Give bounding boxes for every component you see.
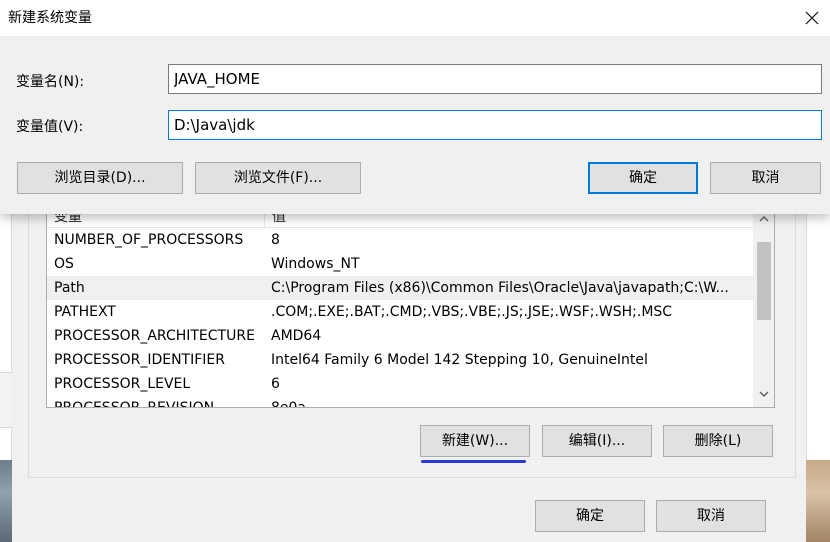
variable-value: AMD64 <box>271 328 322 344</box>
table-row[interactable]: NUMBER_OF_PROCESSORS 8 <box>47 228 753 252</box>
variable-value-label: 变量值(V): <box>16 119 84 135</box>
variable-name: OS <box>54 256 74 272</box>
table-row[interactable]: PATHEXT .COM;.EXE;.BAT;.CMD;.VBS;.VBE;.J… <box>47 300 753 324</box>
list-rows: NUMBER_OF_PROCESSORS 8 OS Windows_NT Pat… <box>47 228 753 408</box>
variable-value: 8 <box>271 232 280 248</box>
browse-directory-button[interactable]: 浏览目录(D)... <box>17 162 183 194</box>
variable-name-input[interactable] <box>168 64 822 94</box>
dialog-title: 新建系统变量 <box>8 10 92 26</box>
table-row[interactable]: PROCESSOR_ARCHITECTURE AMD64 <box>47 324 753 348</box>
variable-name: NUMBER_OF_PROCESSORS <box>54 232 244 248</box>
variable-name: PROCESSOR_REVISION <box>54 400 215 408</box>
list-scrollbar[interactable] <box>753 214 774 407</box>
variable-value: 8e0a <box>271 400 307 408</box>
browse-file-button[interactable]: 浏览文件(F)... <box>195 162 361 194</box>
delete-variable-button[interactable]: 删除(L) <box>663 425 773 457</box>
table-row[interactable]: OS Windows_NT <box>47 252 753 276</box>
dialog-titlebar[interactable]: 新建系统变量 <box>0 0 830 36</box>
variable-name: PROCESSOR_LEVEL <box>54 376 191 392</box>
variable-value-input[interactable] <box>168 110 822 140</box>
edit-variable-button[interactable]: 编辑(I)... <box>542 425 652 457</box>
variable-name: Path <box>54 280 85 296</box>
variable-name: PATHEXT <box>54 304 116 320</box>
variable-name-label: 变量名(N): <box>16 74 85 90</box>
variable-value: .COM;.EXE;.BAT;.CMD;.VBS;.VBE;.JS;.JSE;.… <box>271 304 673 320</box>
chevron-down-icon[interactable] <box>753 385 774 405</box>
table-row[interactable]: PROCESSOR_LEVEL 6 <box>47 372 753 396</box>
background-window-band <box>0 372 12 428</box>
desktop-wallpaper-right <box>806 460 830 542</box>
close-icon[interactable] <box>800 6 824 30</box>
system-variables-list[interactable]: 变量 值 NUMBER_OF_PROCESSORS 8 OS Windows_N… <box>46 214 775 408</box>
cancel-button[interactable]: 取消 <box>710 162 821 194</box>
bg-ok-button[interactable]: 确定 <box>535 500 645 532</box>
column-header-value[interactable]: 值 <box>265 214 745 228</box>
table-row[interactable]: PROCESSOR_IDENTIFIER Intel64 Family 6 Mo… <box>47 348 753 372</box>
annotation-underline <box>421 460 526 463</box>
variable-value: C:\Program Files (x86)\Common Files\Orac… <box>271 280 729 296</box>
column-header-variable[interactable]: 变量 <box>47 214 265 228</box>
ok-button[interactable]: 确定 <box>588 162 698 194</box>
chevron-up-icon[interactable] <box>753 214 774 230</box>
bg-cancel-button[interactable]: 取消 <box>656 500 766 532</box>
variable-value: Intel64 Family 6 Model 142 Stepping 10, … <box>271 352 648 368</box>
table-row[interactable]: PROCESSOR_REVISION 8e0a <box>47 396 753 408</box>
variable-value: Windows_NT <box>271 256 360 272</box>
table-row-selected[interactable]: Path C:\Program Files (x86)\Common Files… <box>47 276 753 300</box>
scrollbar-thumb[interactable] <box>757 242 771 320</box>
variable-name: PROCESSOR_IDENTIFIER <box>54 352 225 368</box>
new-variable-button[interactable]: 新建(W)... <box>420 425 530 457</box>
variable-value: 6 <box>271 376 280 392</box>
list-header: 变量 值 <box>47 214 753 228</box>
desktop-wallpaper-left <box>0 460 12 542</box>
new-system-variable-dialog: 新建系统变量 变量名(N): 变量值(V): 浏览目录(D)... 浏览文件(F… <box>0 0 830 214</box>
variable-name: PROCESSOR_ARCHITECTURE <box>54 328 255 344</box>
